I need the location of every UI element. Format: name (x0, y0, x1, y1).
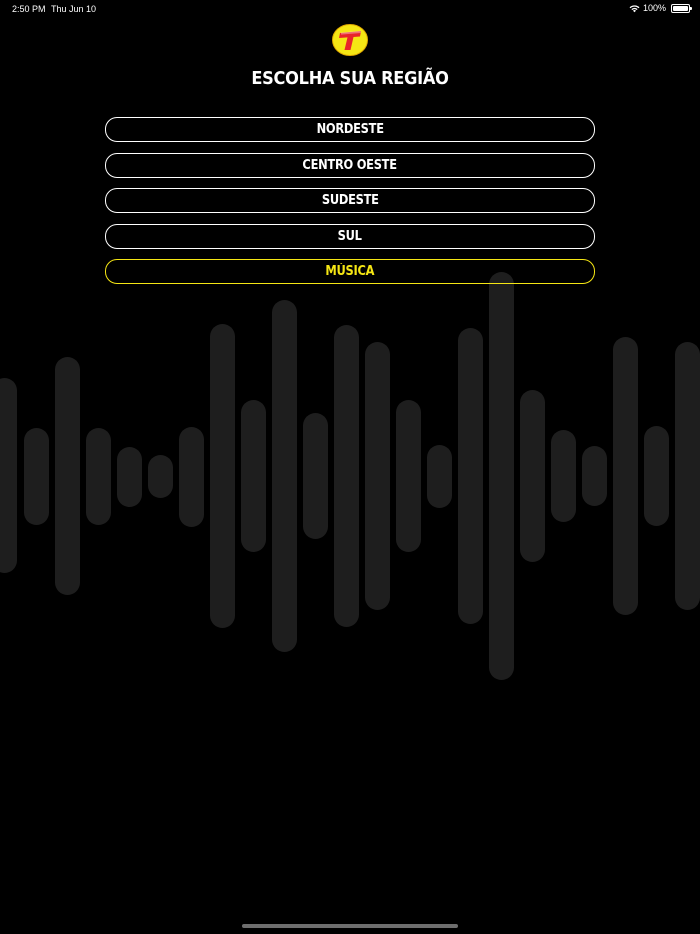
region-button-sul[interactable]: SUL (105, 223, 595, 249)
waveform-bar (55, 357, 80, 595)
region-button-sudeste[interactable]: SUDESTE (105, 188, 595, 213)
region-button-nordeste[interactable]: NORDESTE (105, 117, 595, 142)
waveform-bar (148, 455, 173, 498)
waveform-bar (675, 342, 700, 610)
status-date: Thu Jun 10 (51, 4, 97, 14)
status-bar: 2:50 PM Thu Jun 10 100% (0, 0, 700, 18)
waveform-bar (241, 400, 266, 552)
waveform-bar (458, 328, 483, 624)
waveform-bar (613, 337, 638, 615)
waveform-bar (396, 400, 421, 552)
status-indicators: 100% (629, 3, 692, 13)
wifi-icon (629, 4, 640, 12)
region-button-centro-oeste[interactable]: CENTRO OESTE (105, 152, 595, 178)
waveform-bar (644, 426, 669, 526)
waveform-bar (551, 430, 576, 522)
region-label: SUL (337, 228, 363, 244)
waveform-bar (334, 325, 359, 627)
region-label: CENTRO OESTE (302, 157, 398, 173)
region-label: MÚSICA (325, 264, 375, 279)
battery-icon (671, 3, 692, 13)
transamerica-logo-icon (332, 24, 368, 56)
home-indicator[interactable] (242, 924, 458, 928)
status-time: 2:50 PM (12, 4, 46, 14)
waveform-bar (117, 447, 142, 507)
waveform-bar (179, 427, 204, 527)
region-list: NORDESTE CENTRO OESTE SUDESTE SUL MÚSICA (105, 117, 595, 295)
waveform-bar (489, 272, 514, 680)
waveform-bar (520, 390, 545, 562)
waveform-bar (427, 445, 452, 508)
waveform-bar (0, 378, 17, 573)
waveform-bar (303, 413, 328, 539)
waveform-bar (365, 342, 390, 610)
waveform-bar (210, 324, 235, 628)
waveform-bar (582, 446, 607, 506)
region-label: NORDESTE (316, 122, 384, 137)
waveform-bar (272, 300, 297, 652)
battery-percent: 100% (642, 3, 666, 13)
region-button-musica[interactable]: MÚSICA (105, 259, 595, 284)
page-title: ESCOLHA SUA REGIÃO (251, 68, 449, 89)
region-label: SUDESTE (321, 193, 379, 208)
waveform-bar (24, 428, 49, 525)
waveform-bar (86, 428, 111, 525)
